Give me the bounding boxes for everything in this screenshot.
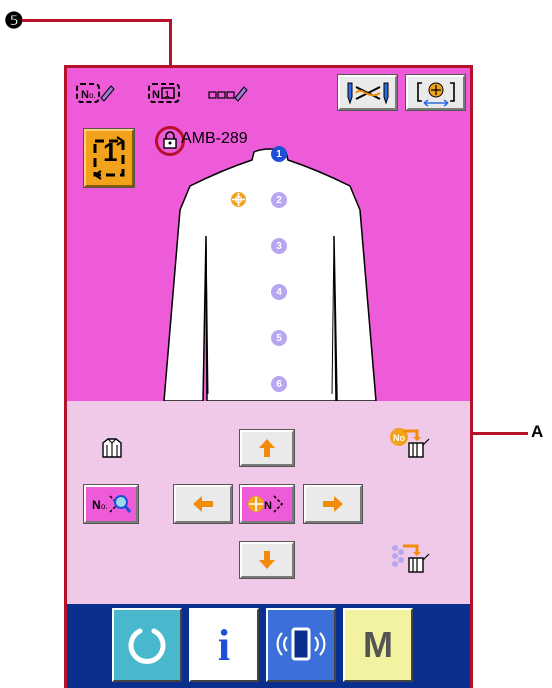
button-position-marker-icon	[230, 191, 247, 213]
arrow-left-icon	[193, 496, 213, 512]
buttonhole-6[interactable]: 6	[271, 376, 287, 392]
arrow-right-button[interactable]	[303, 484, 363, 524]
pattern-move-button[interactable]	[405, 74, 466, 111]
name-edit-icon[interactable]	[207, 82, 249, 109]
thread-clamp-button[interactable]	[337, 74, 398, 111]
svg-text:1: 1	[165, 90, 170, 99]
pattern-number-value: 1	[103, 137, 118, 167]
ready-button[interactable]	[112, 608, 182, 682]
pattern-display-area: N o. N 1 1 AMB-289 1 2 3 4 5 6	[67, 68, 470, 402]
pattern-move-icon	[416, 81, 455, 107]
thread-clamp-icon	[347, 82, 388, 105]
callout-5-label: ❺	[4, 8, 24, 33]
bobbin-counter-icon[interactable]: No	[389, 425, 433, 464]
svg-text:N: N	[152, 89, 160, 101]
menu-bar: i M	[67, 604, 470, 688]
stitch-counter-icon[interactable]	[389, 540, 433, 581]
info-button[interactable]: i	[189, 608, 259, 682]
buttonhole-2[interactable]: 2	[271, 192, 287, 208]
info-icon: i	[217, 620, 231, 670]
callout-5-leader-horizontal	[22, 19, 172, 22]
arrow-up-button[interactable]	[239, 429, 295, 467]
arrow-right-icon	[323, 496, 343, 512]
arrow-up-icon	[259, 439, 275, 457]
svg-text:o.: o.	[101, 502, 108, 511]
arrow-down-icon	[259, 551, 275, 569]
button-position-select-button[interactable]: N	[239, 484, 295, 524]
shirt-image	[162, 146, 377, 406]
buttonhole-4[interactable]: 4	[271, 284, 287, 300]
shirt-icon	[101, 437, 123, 464]
buttonhole-5[interactable]: 5	[271, 330, 287, 346]
pattern-search-button[interactable]: N o.	[83, 484, 139, 524]
callout-a-leader	[473, 432, 528, 435]
buttonhole-1[interactable]: 1	[271, 146, 287, 162]
edit-controls-area: N N o. No	[67, 401, 470, 604]
pattern-search-icon: N o.	[92, 495, 132, 513]
communication-icon	[276, 627, 326, 661]
svg-text:N: N	[92, 498, 101, 512]
svg-text:N: N	[81, 89, 89, 101]
mode-button[interactable]: M	[343, 608, 413, 682]
arrow-left-button[interactable]	[173, 484, 233, 524]
arrow-down-button[interactable]	[239, 541, 295, 579]
svg-text:N: N	[264, 500, 272, 512]
svg-text:o.: o.	[89, 91, 96, 100]
communication-button[interactable]	[266, 608, 336, 682]
ready-icon	[128, 628, 166, 664]
data-input-screen: N o. N 1 1 AMB-289 1 2 3 4 5 6 N N o. No…	[64, 65, 473, 688]
pattern-no-edit-icon[interactable]: N o.	[75, 80, 117, 111]
mode-icon: M	[363, 624, 393, 665]
pattern-register-icon[interactable]: N 1	[147, 80, 189, 111]
buttonhole-3[interactable]: 3	[271, 238, 287, 254]
callout-a-label: A	[531, 422, 544, 441]
button-position-select-icon: N	[248, 495, 284, 513]
svg-text:No: No	[393, 433, 405, 443]
